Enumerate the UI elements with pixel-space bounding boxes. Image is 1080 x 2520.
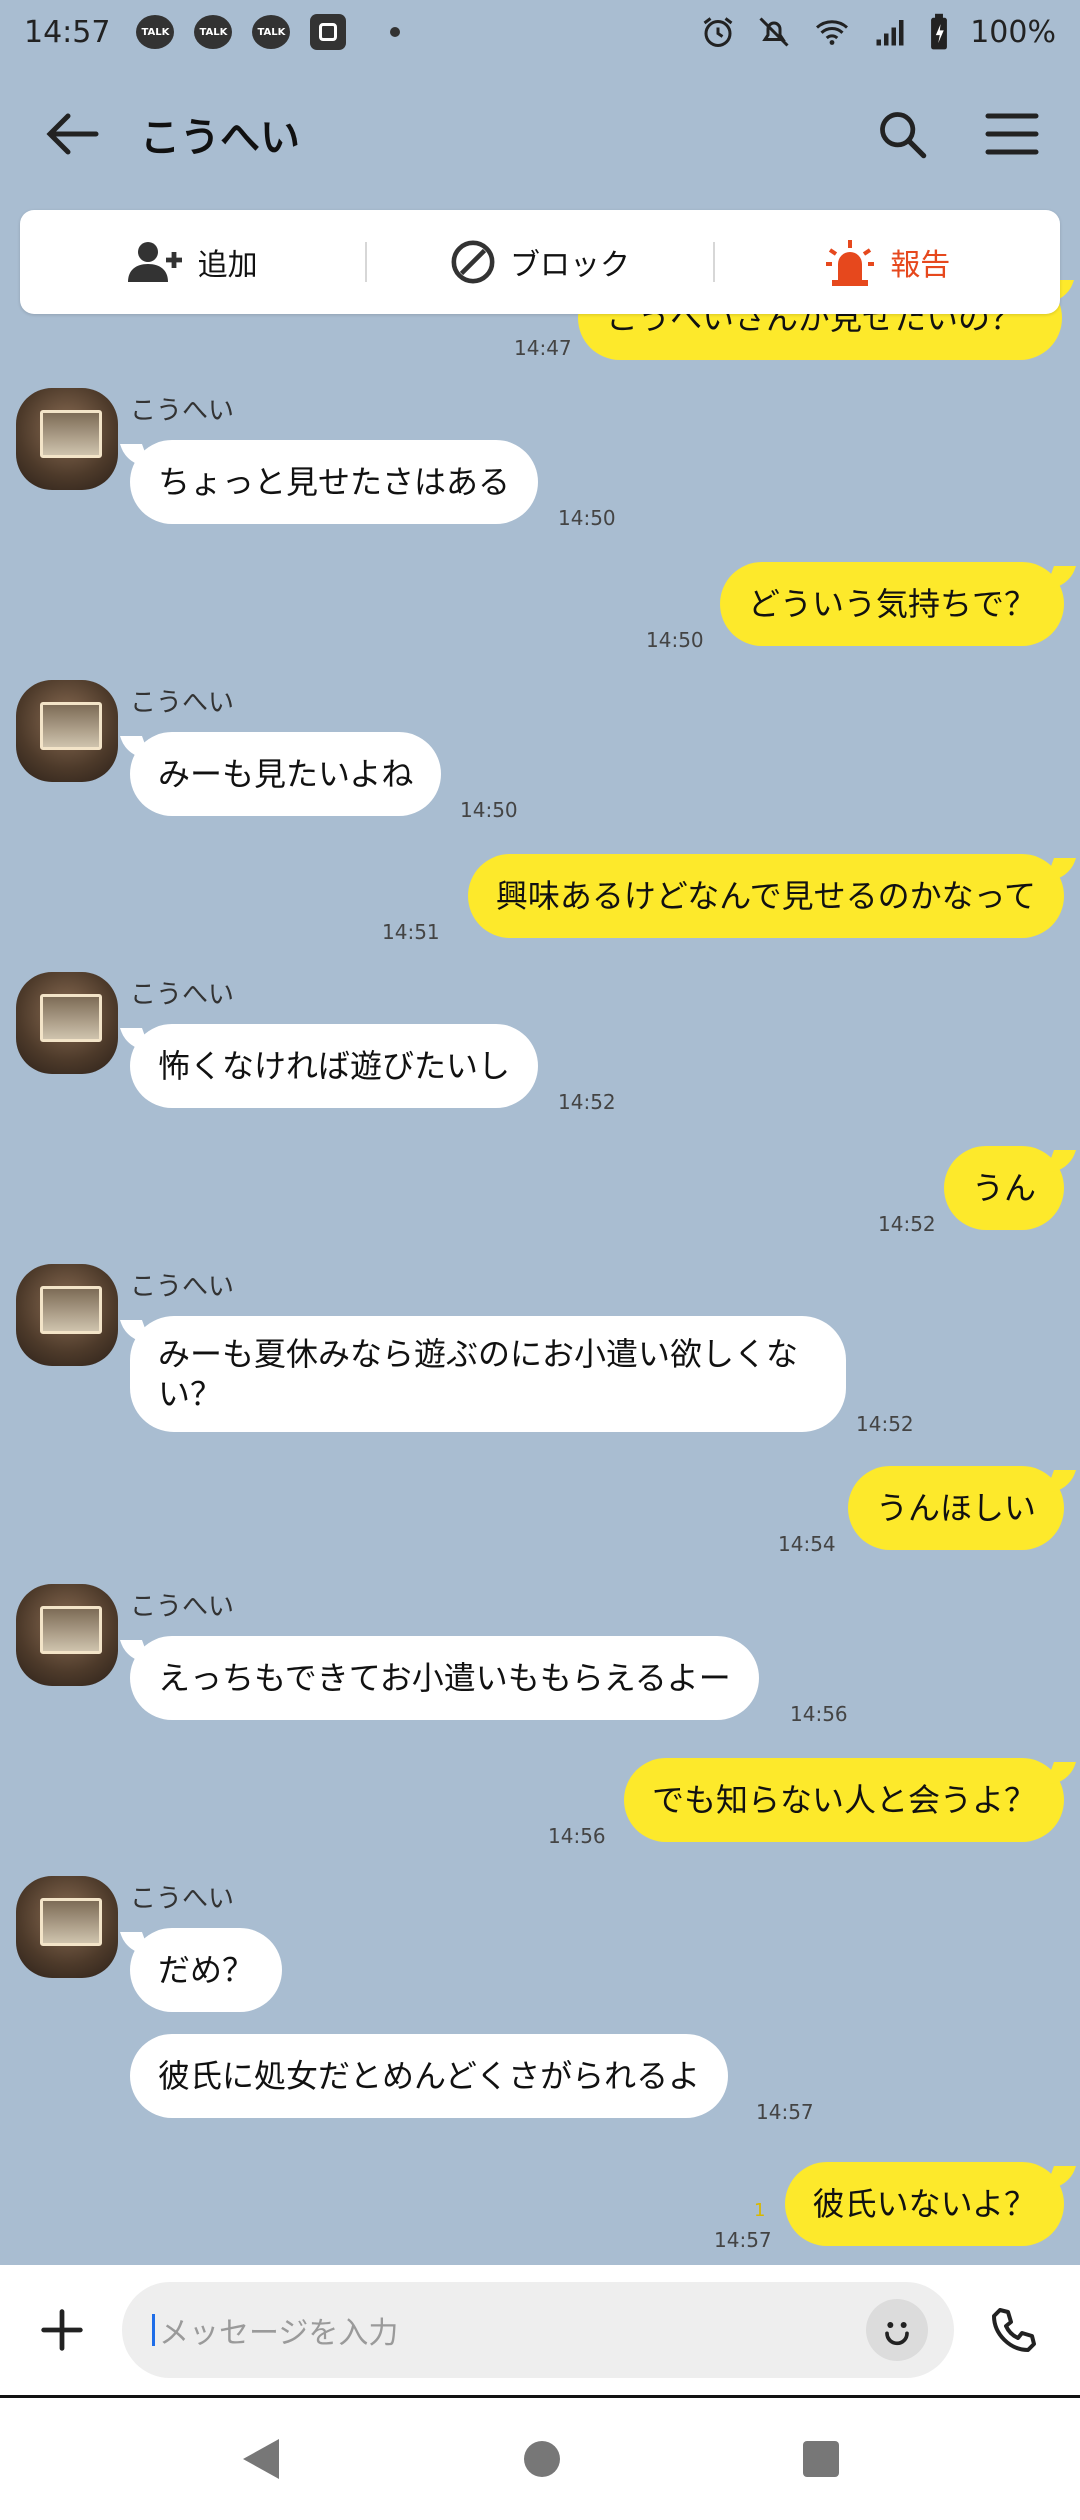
message-time: 14:56 [790, 1702, 848, 1726]
chat-area[interactable]: こうへいさんが見せたいの？ 14:47 こうへい ちょっと見せたさはある 14:… [0, 200, 1080, 2265]
add-friend-button[interactable]: 追加 [20, 210, 365, 314]
signal-icon [876, 20, 904, 46]
incoming-message[interactable]: だめ？ [130, 1928, 283, 2012]
outgoing-message[interactable]: うん [943, 1146, 1064, 1230]
incoming-message[interactable]: 怖くなければ遊びたいし [130, 1024, 539, 1108]
message-time: 14:51 [382, 920, 440, 944]
sender-avatar[interactable] [16, 972, 118, 1074]
outgoing-message[interactable]: 興味あるけどなんで見せるのかなって [467, 854, 1064, 938]
input-placeholder: メッセージを入力 [159, 2316, 399, 2351]
add-label: 追加 [197, 248, 258, 283]
message-time: 14:57 [756, 2100, 814, 2124]
status-bar: 14:57 TALK TALK TALK 100% [0, 0, 1080, 64]
incoming-message[interactable]: 彼氏に処女だとめんどくさがられるよ [130, 2034, 729, 2118]
sender-name: こうへい [130, 1592, 235, 1622]
recents-nav-icon[interactable] [801, 2439, 841, 2479]
talk-notification-icon: TALK [136, 15, 175, 49]
search-icon[interactable] [876, 108, 928, 160]
siren-icon [826, 240, 875, 286]
sender-name: こうへい [130, 688, 235, 718]
message-time: 14:57 [714, 2228, 772, 2252]
message-input[interactable]: メッセージを入力 [122, 2282, 954, 2378]
back-arrow-icon[interactable] [44, 110, 100, 158]
alarm-icon [703, 17, 733, 47]
incoming-message[interactable]: みーも見たいよね [130, 732, 442, 816]
outgoing-message[interactable]: でも知らない人と会うよ？ [623, 1758, 1064, 1842]
message-input-bar: メッセージを入力 [0, 2265, 1080, 2395]
outgoing-message[interactable]: うんほしい [847, 1466, 1064, 1550]
message-time: 14:52 [878, 1212, 936, 1236]
message-time: 14:52 [856, 1412, 914, 1436]
battery-icon [931, 13, 948, 50]
outgoing-message[interactable]: 彼氏いないよ？ [784, 2162, 1064, 2246]
system-navigation-bar [0, 2395, 1080, 2520]
plus-button[interactable] [22, 2290, 102, 2370]
talk-notification-icon: TALK [252, 15, 291, 49]
emoji-button[interactable] [866, 2299, 928, 2361]
talk-notification-icon: TALK [194, 15, 233, 49]
incoming-message[interactable]: みーも夏休みなら遊ぶのにお小遣い欲しくない？ [130, 1316, 846, 1432]
back-nav-icon[interactable] [239, 2435, 283, 2483]
message-time: 14:50 [460, 798, 518, 822]
sender-name: こうへい [130, 1884, 235, 1914]
block-label: ブロック [509, 248, 630, 283]
incoming-message[interactable]: ちょっと見せたさはある [130, 440, 539, 524]
chat-header: こうへい [0, 64, 1080, 204]
phone-icon [992, 2308, 1036, 2352]
read-count: 1 [754, 2200, 766, 2221]
more-notifications-icon [390, 27, 401, 37]
message-time: 14:56 [548, 1824, 606, 1848]
emoji-icon [885, 2322, 909, 2346]
message-time: 14:52 [558, 1090, 616, 1114]
friend-action-bar: 追加 ブロック 報告 [20, 210, 1060, 314]
block-icon [451, 240, 495, 284]
app-notification-icon [310, 14, 347, 50]
report-label: 報告 [890, 248, 951, 283]
sender-name: こうへい [130, 980, 235, 1010]
block-button[interactable]: ブロック [367, 210, 712, 314]
report-button[interactable]: 報告 [715, 210, 1060, 314]
sender-name: こうへい [130, 396, 235, 426]
plus-icon [41, 2309, 83, 2351]
sender-avatar[interactable] [16, 1264, 118, 1366]
message-time: 14:50 [646, 628, 704, 652]
battery-percent: 100% [970, 14, 1056, 50]
message-time: 14:54 [778, 1532, 836, 1556]
sender-name: こうへい [130, 1272, 235, 1302]
sender-avatar[interactable] [16, 388, 118, 490]
menu-icon[interactable] [984, 112, 1040, 156]
add-user-icon [127, 242, 182, 282]
chat-title: こうへい [140, 115, 300, 161]
message-time: 14:47 [514, 336, 572, 360]
outgoing-message[interactable]: どういう気持ちで？ [719, 562, 1064, 646]
wifi-icon [816, 20, 849, 45]
mute-icon [759, 17, 789, 47]
home-nav-icon[interactable] [522, 2439, 562, 2479]
text-caret [152, 2314, 155, 2346]
sender-avatar[interactable] [16, 1876, 118, 1978]
status-time: 14:57 [24, 14, 111, 50]
call-button[interactable] [974, 2290, 1054, 2370]
sender-avatar[interactable] [16, 680, 118, 782]
message-time: 14:50 [558, 506, 616, 530]
incoming-message[interactable]: えっちもできてお小遣いももらえるよー [130, 1636, 759, 1720]
sender-avatar[interactable] [16, 1584, 118, 1686]
